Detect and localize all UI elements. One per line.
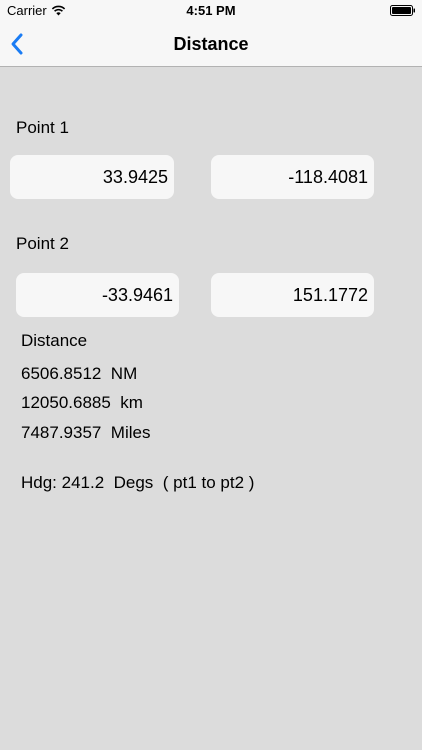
distance-miles: 7487.9357 Miles xyxy=(21,423,151,442)
point1-lon-field[interactable] xyxy=(211,155,374,199)
page-title: Distance xyxy=(173,34,249,54)
status-time: 4:51 PM xyxy=(186,3,236,18)
point1-lat-field[interactable] xyxy=(10,155,174,199)
heading-result: Hdg: 241.2 Degs ( pt1 to pt2 ) xyxy=(21,473,255,492)
point2-lat-field[interactable] xyxy=(16,273,179,317)
point2-label: Point 2 xyxy=(16,234,69,253)
distance-km: 12050.6885 km xyxy=(21,393,143,412)
battery-icon xyxy=(390,5,415,16)
point1-label: Point 1 xyxy=(16,118,69,137)
status-bar: Carrier 4:51 PM xyxy=(0,0,422,22)
point2-lon-field[interactable] xyxy=(211,273,374,317)
distance-heading: Distance xyxy=(21,331,88,350)
navigation-bar: Distance xyxy=(0,22,422,67)
distance-nm: 6506.8512 NM xyxy=(21,364,138,383)
